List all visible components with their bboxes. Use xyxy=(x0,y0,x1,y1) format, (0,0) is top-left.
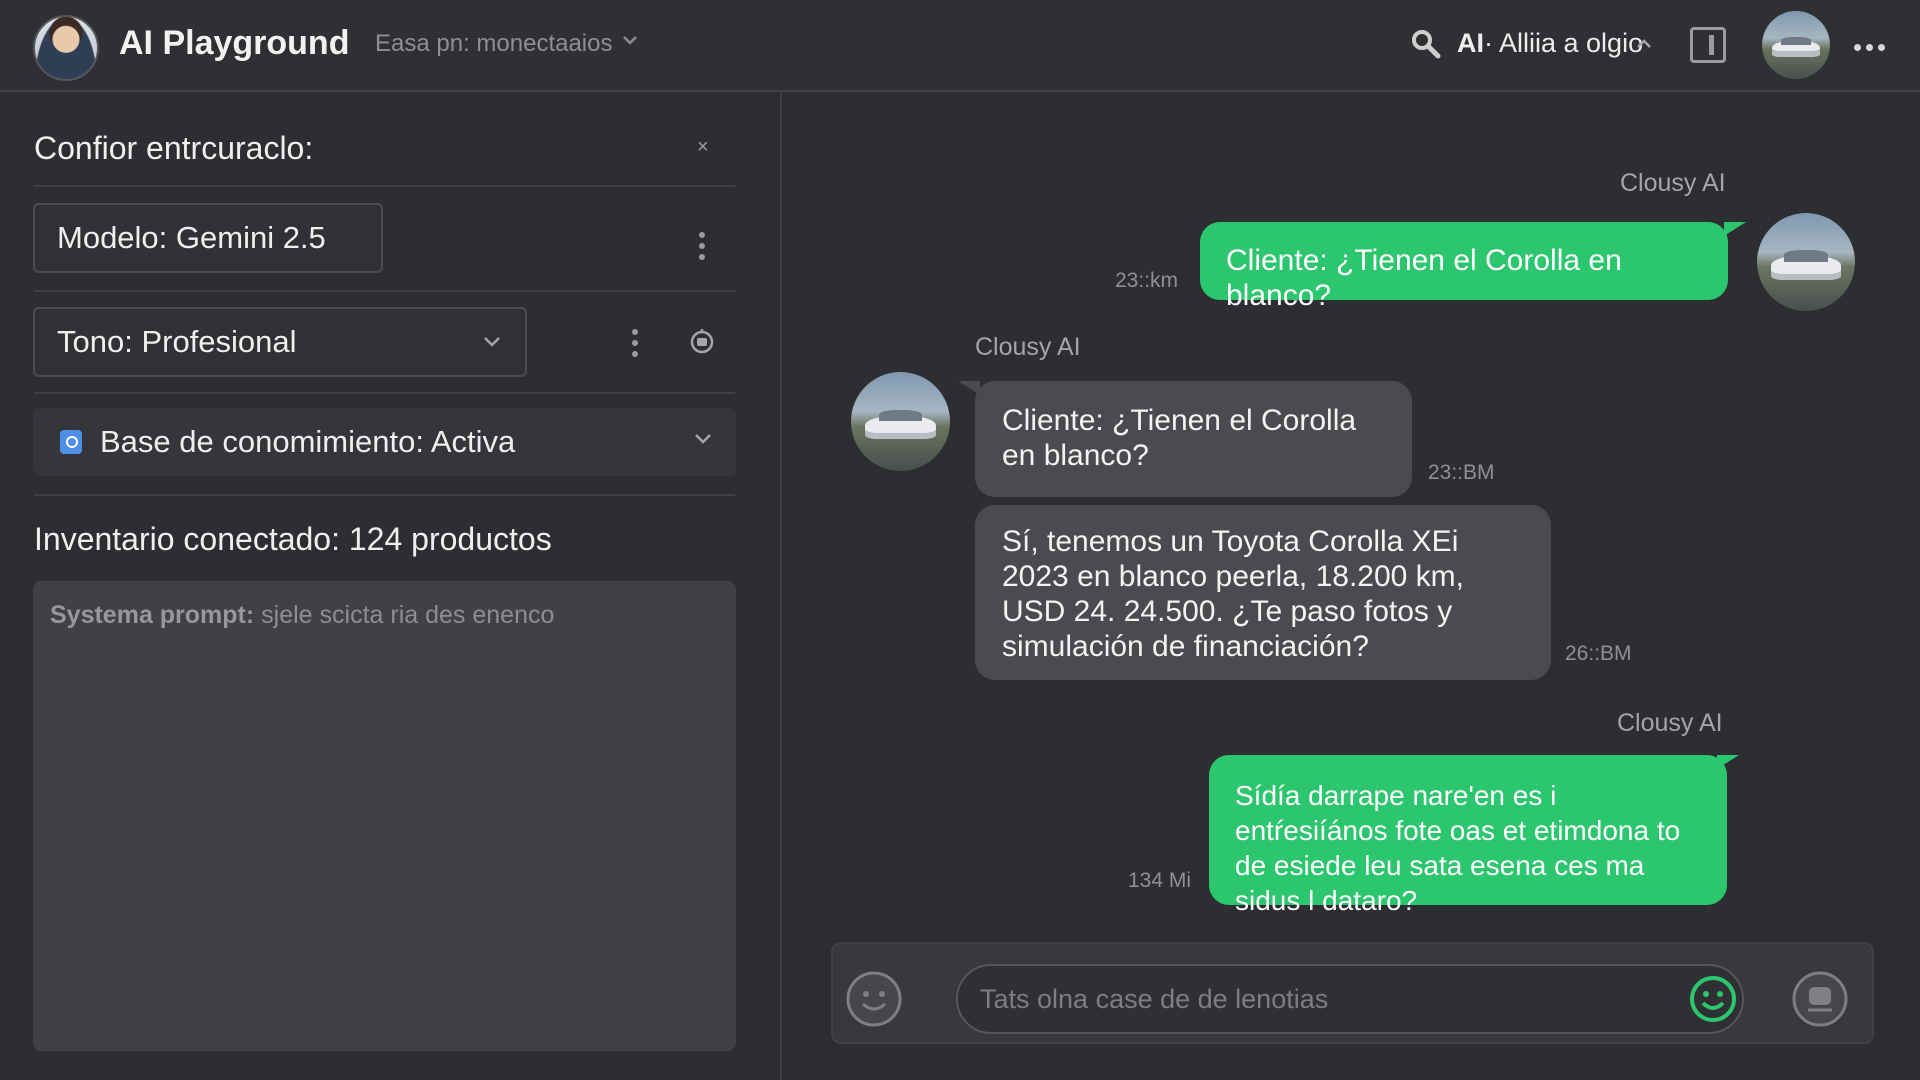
message-time: 23::BM xyxy=(1428,461,1495,484)
model-selector-name: · Alliia a olgio xyxy=(1484,28,1644,58)
system-prompt-text: sjele scicta ria des enenco xyxy=(261,601,555,629)
model-selector[interactable]: AI· Alliia a olgio xyxy=(1457,28,1643,59)
assistant-avatar[interactable] xyxy=(1762,11,1830,79)
top-bar: AI Playground Easa pn: monectaaios AI· A… xyxy=(0,0,1920,92)
robot-icon[interactable] xyxy=(689,328,715,354)
chevron-down-icon xyxy=(695,434,711,444)
kebab-menu-icon[interactable] xyxy=(632,329,638,362)
message-bubble-outgoing[interactable]: Cliente: ¿Tienen el Corolla en blanco? xyxy=(1200,222,1728,312)
config-panel: Confior entrcuraclo: × Modelo: Gemini 2.… xyxy=(0,92,782,1080)
divider xyxy=(34,290,735,292)
message-bubble-incoming[interactable]: Sí, tenemos un Toyota Corolla XEi 2023 e… xyxy=(975,505,1551,680)
more-horizontal-icon[interactable] xyxy=(1854,38,1890,56)
divider xyxy=(34,494,735,496)
knowledge-base-toggle[interactable]: Base de conomimiento: Activa xyxy=(33,408,736,476)
attachment-avatar-icon[interactable] xyxy=(1791,970,1849,1028)
tone-label: Tono: Profesional xyxy=(57,324,297,359)
sender-name: Clousy AI xyxy=(1617,709,1723,737)
chevron-down-icon xyxy=(484,337,500,347)
search-icon[interactable] xyxy=(1410,28,1442,60)
model-selector-bold: AI xyxy=(1457,28,1484,58)
system-prompt-label: Systema prompt: xyxy=(50,601,255,629)
knowledge-base-label: Base de conomimiento: Activa xyxy=(100,424,516,459)
message-time: 134 Mi xyxy=(1128,869,1192,892)
message-input[interactable] xyxy=(956,964,1744,1034)
model-field[interactable]: Modelo: Gemini 2.5 xyxy=(33,203,383,273)
workspace-selector[interactable]: Easa pn: monectaaios xyxy=(375,30,612,58)
panel-heading: Confior entrcuraclo: xyxy=(34,130,314,166)
message-time: 26::BM xyxy=(1565,642,1632,665)
database-badge-icon xyxy=(60,430,82,454)
bubble-tail xyxy=(1717,755,1739,769)
message-bubble-incoming[interactable]: Cliente: ¿Tienen el Corolla en blanco? xyxy=(975,381,1412,497)
chevron-down-icon[interactable] xyxy=(620,30,640,50)
chevron-up-icon[interactable] xyxy=(1635,36,1653,50)
kebab-menu-icon[interactable] xyxy=(699,232,705,265)
message-bubble-outgoing[interactable]: Sídía darrape nare'en es i entŕesiíános … xyxy=(1209,755,1727,916)
user-avatar[interactable] xyxy=(33,15,99,81)
assistant-avatar xyxy=(851,372,950,471)
bubble-tail xyxy=(1724,222,1746,236)
app-title: AI Playground xyxy=(119,24,350,62)
smiley-icon[interactable] xyxy=(845,970,903,1028)
panel-toggle-icon[interactable] xyxy=(1690,27,1726,63)
sender-name: Clousy AI xyxy=(1620,169,1726,197)
sender-name: Clousy AI xyxy=(975,333,1081,361)
assistant-avatar xyxy=(1757,213,1855,311)
inventory-status: Inventario conectado: 124 productos xyxy=(34,521,552,557)
divider xyxy=(34,392,735,394)
message-time: 23::km xyxy=(1115,269,1179,292)
divider xyxy=(34,185,735,187)
tone-select[interactable]: Tono: Profesional xyxy=(33,307,527,377)
system-prompt-field[interactable]: Systema prompt: sjele scicta ria des ene… xyxy=(33,581,736,1051)
smiley-green-icon[interactable] xyxy=(1689,975,1737,1023)
close-icon[interactable]: × xyxy=(697,136,709,159)
